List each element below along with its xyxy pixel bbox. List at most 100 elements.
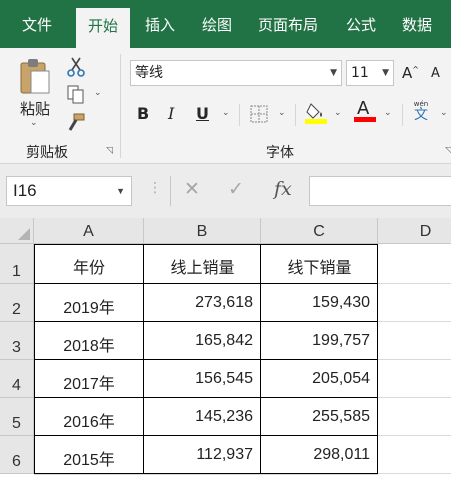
font-color-icon: A bbox=[357, 98, 370, 119]
name-box[interactable]: I16 ▼ bbox=[6, 176, 132, 206]
underline-button[interactable]: U bbox=[196, 104, 209, 123]
copy-icon[interactable] bbox=[66, 84, 86, 106]
cell-b6[interactable]: 112,937 bbox=[144, 446, 253, 464]
cell-c4[interactable]: 205,054 bbox=[261, 370, 370, 388]
cell-a3[interactable]: 2018年 bbox=[34, 332, 144, 356]
font-name-select[interactable]: 等线 ▼ bbox=[130, 60, 342, 86]
select-all-button[interactable] bbox=[0, 218, 34, 244]
cell-b3[interactable]: 165,842 bbox=[144, 332, 253, 350]
cell-a1[interactable]: 年份 bbox=[34, 254, 144, 278]
cell-c1[interactable]: 线下销量 bbox=[261, 254, 378, 278]
borders-dropdown-icon[interactable]: ⌄ bbox=[278, 108, 286, 118]
column-header-a[interactable]: A bbox=[34, 218, 144, 244]
gridline bbox=[34, 474, 378, 475]
row-header-2[interactable]: 2 bbox=[0, 284, 34, 322]
fill-color-icon[interactable] bbox=[305, 100, 327, 124]
chevron-down-icon: ▼ bbox=[382, 68, 389, 78]
cell-b2[interactable]: 273,618 bbox=[144, 294, 253, 312]
paste-icon bbox=[20, 59, 50, 94]
enter-icon[interactable]: ✓ bbox=[228, 178, 244, 200]
cell-b1[interactable]: 线上销量 bbox=[144, 254, 261, 278]
worksheet-grid[interactable]: A B C D 1 2 3 4 5 6 年份 线上销量 线下销量 2019年 2… bbox=[0, 218, 451, 481]
cell-c5[interactable]: 255,585 bbox=[261, 408, 370, 426]
table-border bbox=[260, 244, 261, 474]
group-separator bbox=[239, 104, 240, 126]
paste-button[interactable]: 粘贴 ⌄ bbox=[14, 56, 54, 136]
table-border bbox=[143, 244, 144, 474]
cell-c2[interactable]: 159,430 bbox=[261, 294, 370, 312]
group-separator bbox=[402, 104, 403, 126]
increase-font-size-button[interactable]: A^ bbox=[402, 64, 419, 82]
clipboard-launcher-icon[interactable]: ◹ bbox=[106, 146, 113, 156]
font-name-value: 等线 bbox=[135, 65, 163, 81]
formula-bar-handle-icon[interactable]: ⋮ bbox=[148, 180, 162, 196]
font-size-select[interactable]: 11 ▼ bbox=[346, 60, 394, 86]
cell-c3[interactable]: 199,757 bbox=[261, 332, 370, 350]
row-header-3[interactable]: 3 bbox=[0, 322, 34, 360]
underline-dropdown-icon[interactable]: ⌄ bbox=[222, 108, 230, 118]
table-border bbox=[34, 359, 378, 360]
cut-icon[interactable] bbox=[66, 56, 86, 78]
cell-a5[interactable]: 2016年 bbox=[34, 408, 144, 432]
tab-page-layout[interactable]: 页面布局 bbox=[258, 0, 318, 48]
tab-file[interactable]: 文件 bbox=[22, 0, 52, 48]
tab-data[interactable]: 数据 bbox=[402, 0, 432, 48]
copy-dropdown-icon[interactable]: ⌄ bbox=[94, 88, 102, 98]
cell-b5[interactable]: 145,236 bbox=[144, 408, 253, 426]
ribbon-tab-bar: 文件 开始 插入 绘图 页面布局 公式 数据 bbox=[0, 0, 451, 48]
select-all-icon bbox=[18, 228, 30, 240]
paste-dropdown-icon[interactable]: ⌄ bbox=[30, 118, 38, 128]
formula-bar: I16 ▼ ⋮ ✕ ✓ fx bbox=[0, 164, 451, 218]
cell-a2[interactable]: 2019年 bbox=[34, 294, 144, 318]
row-header-4[interactable]: 4 bbox=[0, 360, 34, 398]
cell-a4[interactable]: 2017年 bbox=[34, 370, 144, 394]
chevron-down-icon: ▼ bbox=[330, 68, 337, 78]
format-painter-icon[interactable] bbox=[66, 112, 86, 134]
font-color-dropdown-icon[interactable]: ⌄ bbox=[384, 108, 392, 118]
cell-a6[interactable]: 2015年 bbox=[34, 446, 144, 470]
row-header-1[interactable]: 1 bbox=[0, 244, 34, 284]
table-border bbox=[34, 435, 378, 436]
borders-icon[interactable] bbox=[250, 105, 268, 123]
phonetic-dropdown-icon[interactable]: ⌄ bbox=[440, 108, 448, 118]
row-header-6[interactable]: 6 bbox=[0, 436, 34, 474]
font-size-value: 11 bbox=[351, 65, 369, 81]
insert-function-icon[interactable]: fx bbox=[274, 178, 292, 200]
bold-button[interactable]: B bbox=[137, 104, 149, 123]
table-border bbox=[34, 473, 378, 474]
gridline bbox=[378, 435, 451, 436]
chevron-down-icon: ▼ bbox=[116, 186, 125, 196]
tab-home[interactable]: 开始 bbox=[76, 8, 130, 48]
font-color-button[interactable]: A bbox=[354, 98, 376, 124]
column-header-c[interactable]: C bbox=[261, 218, 378, 244]
paste-label: 粘贴 bbox=[20, 100, 51, 118]
cell-c6[interactable]: 298,011 bbox=[261, 446, 370, 464]
phonetic-icon-bottom: 文 bbox=[414, 107, 428, 123]
ribbon-home-panel: 粘贴 ⌄ ⌄ 剪贴板 ◹ 等线 ▼ 11 ▼ A^ A B I U ⌄ ⌄ ⌄ … bbox=[0, 48, 451, 164]
cell-b4[interactable]: 156,545 bbox=[144, 370, 253, 388]
column-header-b[interactable]: B bbox=[144, 218, 261, 244]
column-header-d[interactable]: D bbox=[378, 218, 451, 244]
tab-formulas[interactable]: 公式 bbox=[346, 0, 376, 48]
gridline bbox=[378, 473, 451, 474]
phonetic-guide-button[interactable]: wén 文 bbox=[410, 100, 432, 126]
fill-color-dropdown-icon[interactable]: ⌄ bbox=[334, 108, 342, 118]
tab-insert[interactable]: 插入 bbox=[145, 0, 175, 48]
group-separator bbox=[120, 54, 121, 158]
cancel-icon[interactable]: ✕ bbox=[184, 178, 200, 200]
italic-button[interactable]: I bbox=[168, 104, 174, 123]
grow-font-icon: A bbox=[402, 64, 413, 82]
table-border bbox=[34, 397, 378, 398]
tab-draw[interactable]: 绘图 bbox=[202, 0, 232, 48]
excel-window: 文件 开始 插入 绘图 页面布局 公式 数据 粘贴 ⌄ ⌄ 剪贴板 ◹ 等线 ▼… bbox=[0, 0, 451, 481]
formula-input[interactable] bbox=[309, 176, 451, 206]
row-header-5[interactable]: 5 bbox=[0, 398, 34, 436]
table-border bbox=[34, 283, 378, 284]
shrink-font-icon: A bbox=[431, 66, 440, 81]
decrease-font-size-button[interactable]: A bbox=[431, 66, 440, 81]
group-separator bbox=[295, 104, 296, 126]
table-border bbox=[34, 244, 35, 474]
font-color-swatch bbox=[354, 117, 376, 122]
font-launcher-icon[interactable]: ◹ bbox=[445, 146, 451, 156]
gridline bbox=[378, 321, 451, 322]
